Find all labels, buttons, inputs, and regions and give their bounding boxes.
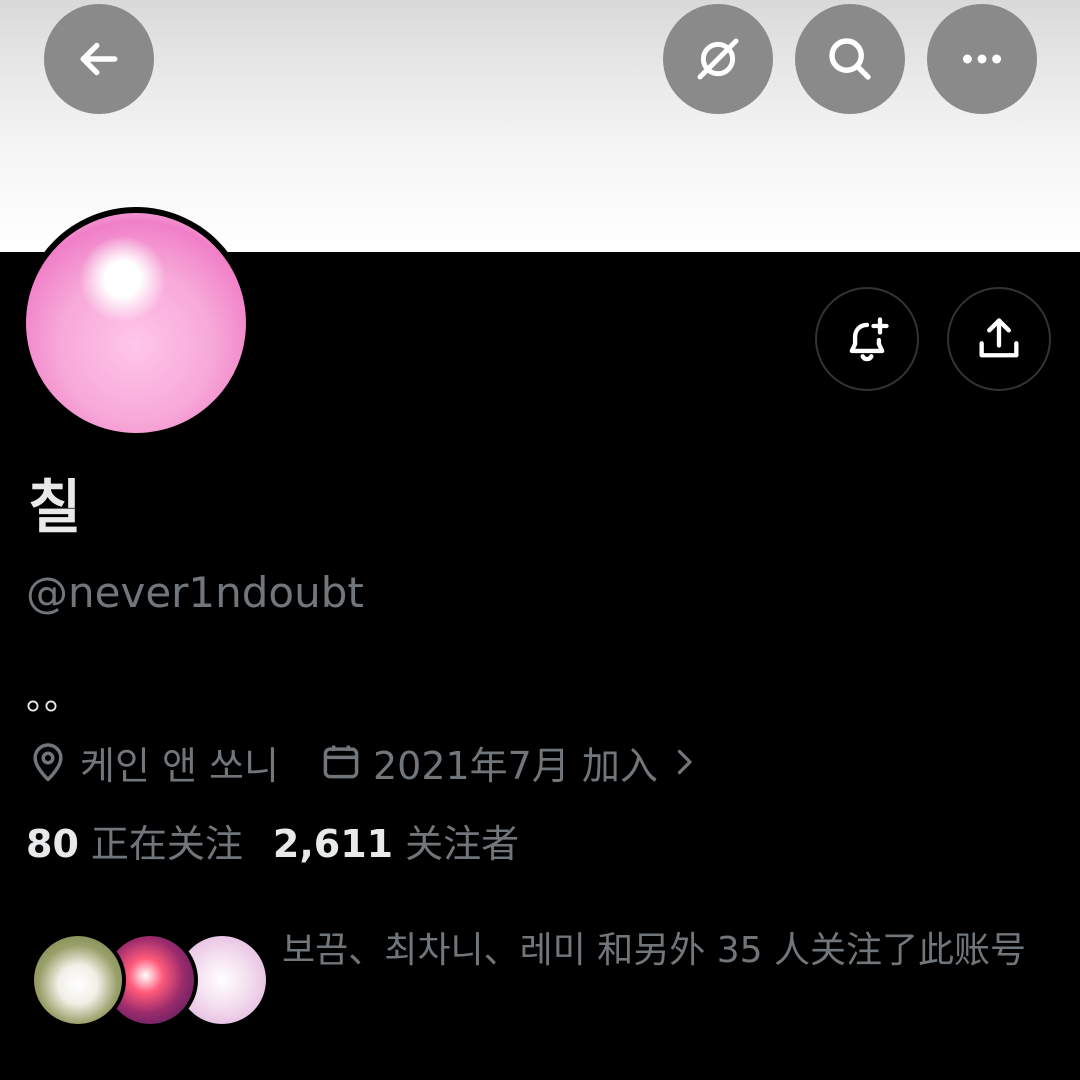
followers-count: 2,611 [272,822,394,866]
share-button[interactable] [947,287,1051,391]
search-button[interactable] [795,4,905,114]
profile-meta: 케인 앤 쏘니 2021年7月 加入 [26,734,702,790]
back-button[interactable] [44,4,154,114]
grok-button[interactable] [663,4,773,114]
followed-by-text[interactable]: 보끔、최차니、레미 和另外 35 人关注了此账号 [282,918,1052,984]
bell-plus-icon [849,317,889,362]
follow-stats: 80 正在关注 2,611 关注者 [26,822,519,868]
search-icon [829,38,871,80]
display-name: 칠 [28,473,82,541]
joined-text: 2021年7月 加入 [372,743,658,788]
chevron-right-icon [677,749,692,775]
followers-label: 关注者 [405,822,520,866]
profile-handle: @never1ndoubt [26,568,364,617]
share-icon [979,318,1019,358]
more-button[interactable] [927,4,1037,114]
more-icon [962,54,1002,64]
joined-item[interactable]: 2021年7月 加入 [319,735,702,790]
location-item: 케인 앤 쏘니 [26,735,279,790]
grok-icon [697,38,739,80]
following-link[interactable]: 80 正在关注 [26,822,243,868]
location-pin-icon [33,743,63,782]
avatar-image [26,213,246,433]
profile-avatar[interactable] [20,207,252,439]
notify-button[interactable] [815,287,919,391]
following-label: 正在关注 [90,822,243,866]
calendar-icon [323,745,359,779]
followers-link[interactable]: 2,611 关注者 [273,822,519,868]
following-count: 80 [26,822,79,866]
location-text: 케인 앤 쏘니 [80,743,279,788]
arrow-left-icon [80,42,118,76]
follower-avatar [30,932,126,1028]
followed-by-avatars[interactable] [30,932,270,1028]
profile-bio: 。。 [26,677,81,718]
